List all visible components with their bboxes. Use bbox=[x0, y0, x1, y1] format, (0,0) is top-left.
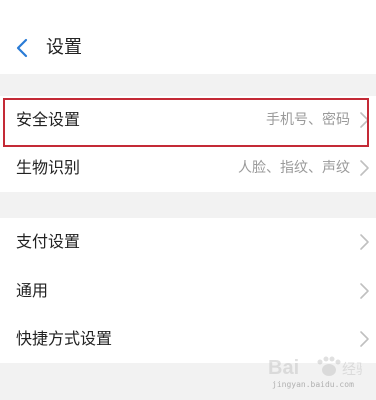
chevron-right-icon bbox=[360, 160, 369, 176]
settings-row-general[interactable]: 通用 bbox=[0, 267, 376, 315]
header-bar: 设置 bbox=[0, 0, 376, 74]
page-title: 设置 bbox=[46, 37, 82, 58]
settings-row-payment[interactable]: 支付设置 bbox=[0, 218, 376, 266]
settings-row-label: 快捷方式设置 bbox=[16, 329, 113, 348]
settings-group-security: 安全设置 手机号、密码 生物识别 人脸、指纹、声纹 bbox=[0, 96, 376, 192]
settings-row-label: 通用 bbox=[16, 281, 49, 300]
svg-text:Bai: Bai bbox=[268, 357, 299, 379]
settings-group-general: 支付设置 通用 快捷方式设置 bbox=[0, 218, 376, 363]
settings-row-value: 人脸、指纹、声纹 bbox=[238, 160, 350, 176]
chevron-right-icon bbox=[360, 283, 369, 299]
watermark-url: jingyan.baidu.com bbox=[272, 380, 354, 389]
chevron-right-icon bbox=[360, 112, 369, 128]
chevron-right-icon bbox=[360, 234, 369, 250]
chevron-left-icon[interactable] bbox=[12, 36, 32, 60]
settings-row-label: 生物识别 bbox=[16, 158, 81, 177]
chevron-right-icon bbox=[360, 331, 369, 347]
settings-row-value: 手机号、密码 bbox=[266, 112, 350, 128]
svg-text:经验: 经验 bbox=[342, 362, 362, 378]
settings-row-label: 支付设置 bbox=[16, 232, 81, 251]
settings-row-security[interactable]: 安全设置 手机号、密码 bbox=[0, 96, 376, 144]
settings-row-label: 安全设置 bbox=[16, 110, 81, 129]
settings-row-biometrics[interactable]: 生物识别 人脸、指纹、声纹 bbox=[0, 144, 376, 192]
